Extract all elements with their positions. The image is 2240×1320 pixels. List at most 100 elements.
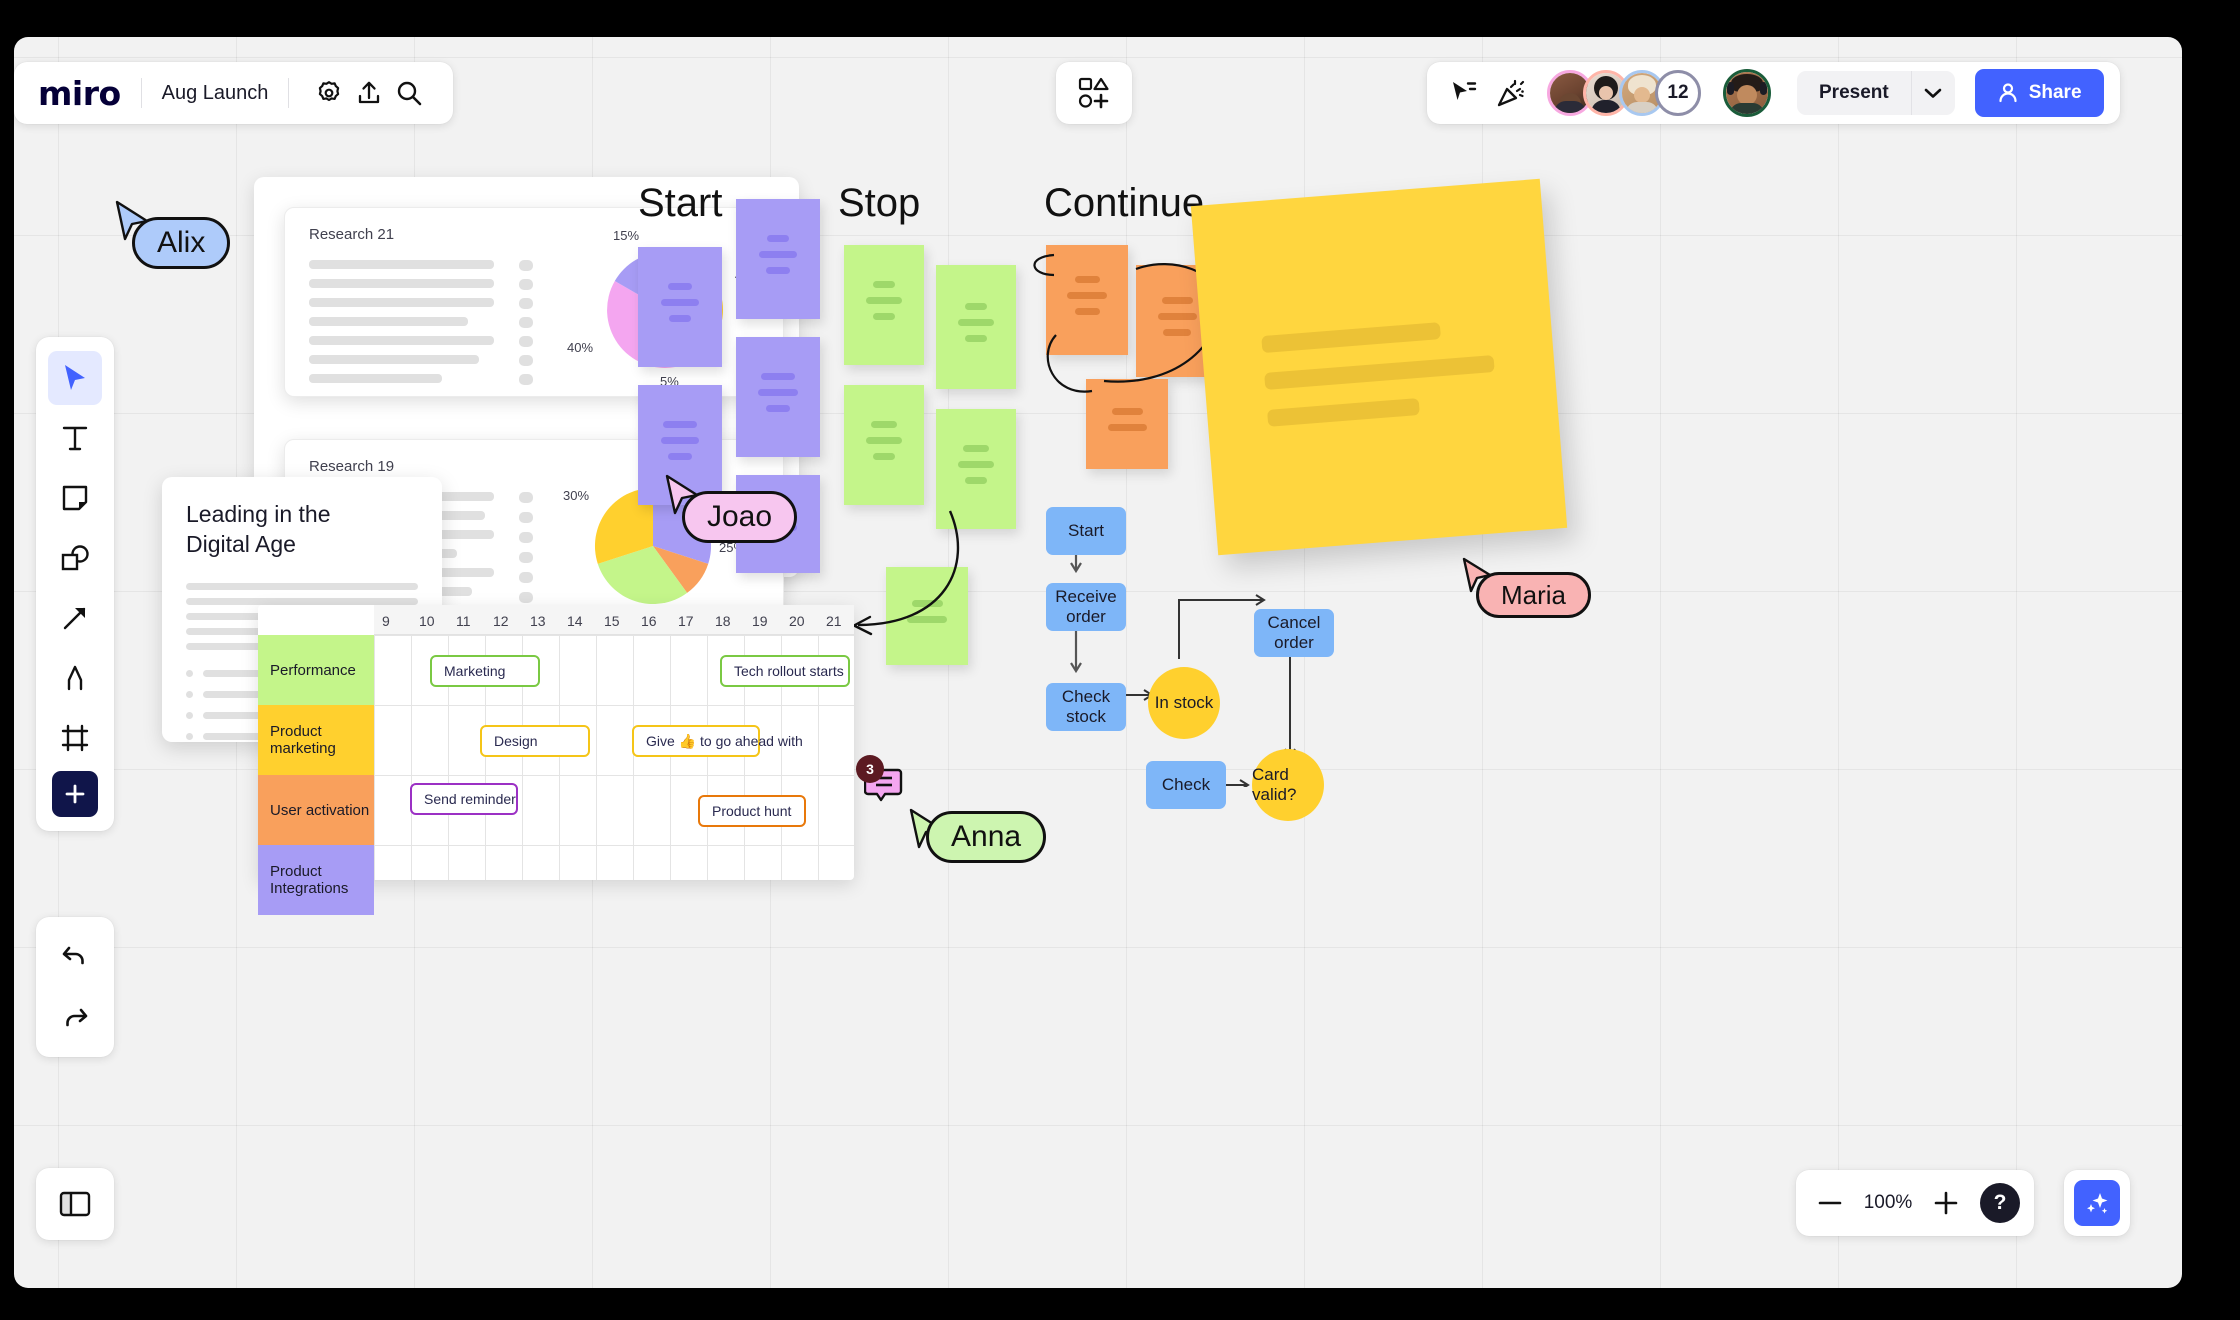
- sticky-note-stop-3[interactable]: [844, 385, 924, 505]
- avatar-current-user[interactable]: [1723, 69, 1771, 117]
- flowchart-node-card-valid[interactable]: Card valid?: [1252, 749, 1324, 821]
- sticky-note-start-1[interactable]: [638, 247, 722, 367]
- present-button[interactable]: Present: [1797, 82, 1911, 104]
- board-title[interactable]: Aug Launch: [162, 82, 269, 105]
- board-settings-button[interactable]: [309, 73, 349, 113]
- plus-icon: [1934, 1191, 1958, 1215]
- timeline-row-labels: Performance Product marketing User activ…: [258, 635, 374, 915]
- present-button-group: Present: [1797, 71, 1955, 115]
- pen-tool[interactable]: [48, 651, 102, 705]
- timeline-task-tech-rollout[interactable]: Tech rollout starts: [720, 655, 850, 687]
- day-label-14: 14: [567, 613, 583, 629]
- sticky-note-stop-1[interactable]: [844, 245, 924, 365]
- arrow-tool[interactable]: [48, 591, 102, 645]
- column-heading-stop: Stop: [838, 181, 921, 225]
- shapes-icon: [61, 545, 89, 571]
- ai-toolbar: [2064, 1170, 2130, 1236]
- export-button[interactable]: [349, 73, 389, 113]
- pen-icon: [67, 665, 83, 691]
- timeline-row-label-performance: Performance: [258, 635, 374, 705]
- help-button[interactable]: ?: [1980, 1183, 2020, 1223]
- cursor-label-joao: Joao: [682, 491, 798, 543]
- pie2-label-30: 30%: [563, 488, 590, 503]
- select-tool[interactable]: [48, 351, 102, 405]
- timeline-task-design[interactable]: Design: [480, 725, 590, 757]
- board-header-bar: miro Aug Launch: [14, 62, 454, 124]
- gear-icon: [319, 81, 340, 102]
- more-apps-tool[interactable]: [52, 771, 98, 817]
- day-label-9: 9: [382, 613, 390, 629]
- day-label-20: 20: [789, 613, 805, 629]
- undo-icon: [62, 946, 84, 965]
- cursor-icon: [65, 365, 85, 390]
- comment-pin[interactable]: 3: [856, 755, 904, 810]
- cursor-chat-icon: [1453, 82, 1477, 100]
- frame-tool[interactable]: [48, 711, 102, 765]
- present-dropdown-button[interactable]: [1910, 71, 1955, 115]
- pie-label-40b: 40%: [567, 340, 594, 355]
- cursor-label-alix: Alix: [132, 217, 231, 269]
- comment-count-badge: 3: [856, 755, 884, 783]
- sticky-note-icon: [62, 485, 88, 511]
- header-divider-1: [140, 78, 142, 108]
- celebrate-button[interactable]: [1491, 73, 1531, 113]
- collaboration-bar: 12 Present Share: [1427, 62, 2120, 124]
- shapes-quick-add-bar[interactable]: [1056, 62, 1132, 124]
- board-canvas[interactable]: Research 21 15% 40% 5% Research 19 25% 3…: [14, 37, 2182, 1288]
- day-label-16: 16: [641, 613, 657, 629]
- zoom-in-button[interactable]: [1926, 1183, 1966, 1223]
- flowchart-node-check[interactable]: Check: [1146, 761, 1226, 809]
- sticky-note-continue-1[interactable]: [1046, 245, 1128, 355]
- sticky-note-start-2[interactable]: [736, 199, 820, 319]
- ai-sparkles-icon: [2087, 1193, 2108, 1214]
- day-label-11: 11: [456, 613, 471, 629]
- side-panel-icon: [59, 1191, 91, 1217]
- undo-button[interactable]: [48, 929, 102, 983]
- minus-icon: [1818, 1201, 1842, 1205]
- timeline-task-send-reminder[interactable]: Send reminder: [410, 783, 518, 815]
- tools-toolbar: [36, 337, 114, 831]
- flowchart-node-check-stock[interactable]: Check stock: [1046, 683, 1126, 731]
- upload-icon: [359, 81, 380, 104]
- sticky-note-stop-4[interactable]: [936, 409, 1016, 529]
- ai-assistant-button[interactable]: [2074, 1180, 2120, 1226]
- sticky-note-start-4[interactable]: [736, 337, 820, 457]
- timeline-task-give-go-ahead[interactable]: Give 👍 to go ahead with: [632, 725, 803, 757]
- flowchart-node-cancel-order[interactable]: Cancel order: [1254, 609, 1334, 657]
- sticky-note-continue-3[interactable]: [1086, 379, 1168, 469]
- redo-button[interactable]: [48, 991, 102, 1045]
- day-label-13: 13: [530, 613, 546, 629]
- sticky-note-tool[interactable]: [48, 471, 102, 525]
- zoom-level-label[interactable]: 100%: [1856, 1192, 1920, 1214]
- share-button-label: Share: [2028, 82, 2082, 103]
- redo-icon: [66, 1008, 88, 1027]
- collaborator-count-badge[interactable]: 12: [1655, 70, 1701, 116]
- sticky-note-stop-2[interactable]: [936, 265, 1016, 389]
- flowchart-node-start[interactable]: Start: [1046, 507, 1126, 555]
- zoom-out-button[interactable]: [1810, 1183, 1850, 1223]
- timeline-chart[interactable]: 9 10 11 12 13 14 15 16 17 18 19 20 21 Pe…: [258, 605, 854, 915]
- flowchart-node-receive-order[interactable]: Receive order: [1046, 583, 1126, 631]
- timeline-task-marketing[interactable]: Marketing: [430, 655, 540, 687]
- text-tool[interactable]: [48, 411, 102, 465]
- shapes-tool[interactable]: [48, 531, 102, 585]
- arrow-icon: [63, 607, 86, 630]
- day-label-17: 17: [678, 613, 694, 629]
- miro-logo[interactable]: miro: [38, 74, 121, 113]
- miro-app-window: Research 21 15% 40% 5% Research 19 25% 3…: [0, 0, 2240, 1320]
- timeline-row-label-user-activation: User activation: [258, 775, 374, 845]
- side-panel-toggle[interactable]: [36, 1168, 114, 1240]
- text-icon: [62, 426, 88, 451]
- day-label-19: 19: [752, 613, 768, 629]
- large-sticky-note[interactable]: [1190, 178, 1568, 556]
- flowchart-node-in-stock[interactable]: In stock: [1148, 667, 1220, 739]
- cursor-chat-button[interactable]: [1443, 73, 1483, 113]
- search-button[interactable]: [389, 73, 429, 113]
- timeline-task-product-hunt[interactable]: Product hunt: [698, 795, 806, 827]
- column-heading-continue: Continue: [1044, 181, 1205, 225]
- shapes-add-icon: [1078, 77, 1109, 109]
- pie-label-15: 15%: [613, 228, 640, 243]
- sticky-note-stop-5[interactable]: [886, 567, 968, 665]
- day-label-21: 21: [826, 613, 842, 629]
- share-button[interactable]: Share: [1974, 69, 2104, 117]
